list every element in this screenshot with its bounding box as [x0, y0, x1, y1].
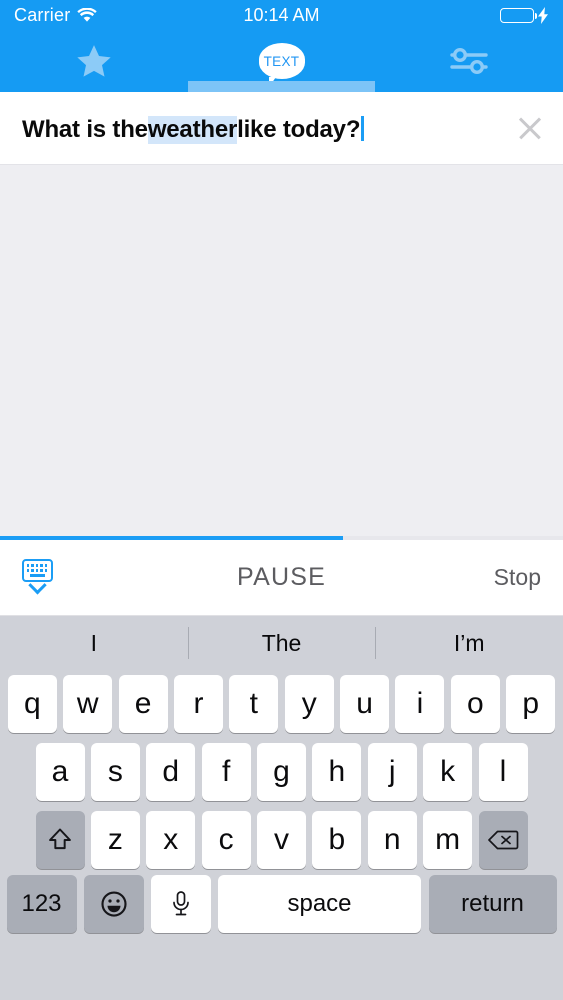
- keyboard-row-3: z x c v b n m: [0, 806, 563, 874]
- microphone-icon[interactable]: [150, 875, 211, 933]
- text-segment-plain-2: like today?: [237, 116, 361, 143]
- key-b[interactable]: b: [312, 811, 362, 869]
- app-screen: Carrier 10:14 AM TEXT What is the weathe…: [0, 0, 563, 1000]
- key-v[interactable]: v: [257, 811, 306, 869]
- carrier-label: Carrier: [14, 4, 71, 25]
- key-j[interactable]: j: [367, 743, 417, 801]
- key-r[interactable]: r: [173, 675, 223, 733]
- key-k[interactable]: k: [423, 743, 473, 801]
- key-l[interactable]: l: [478, 743, 528, 801]
- sliders-icon: [446, 45, 492, 77]
- pause-button[interactable]: PAUSE: [0, 563, 563, 592]
- text-input-value[interactable]: What is the weather like today?: [22, 112, 364, 144]
- tab-settings[interactable]: [375, 30, 563, 92]
- key-z[interactable]: z: [90, 811, 140, 869]
- prediction-3[interactable]: I’m: [375, 616, 563, 670]
- key-f[interactable]: f: [201, 743, 251, 801]
- status-bar: Carrier 10:14 AM: [0, 0, 563, 30]
- key-h[interactable]: h: [312, 743, 362, 801]
- key-y[interactable]: y: [284, 675, 334, 733]
- on-screen-keyboard: I The I’m q w e r t y u i o p a s d f g …: [0, 616, 563, 1000]
- tab-bar: TEXT: [0, 30, 563, 92]
- key-x[interactable]: x: [146, 811, 196, 869]
- active-tab-indicator: [188, 81, 375, 92]
- keyboard-row-4: 123 space return: [0, 874, 563, 948]
- emoji-smiley-icon[interactable]: [83, 875, 144, 933]
- key-e[interactable]: e: [118, 675, 168, 733]
- prediction-2[interactable]: The: [187, 616, 376, 670]
- key-g[interactable]: g: [257, 743, 306, 801]
- key-m[interactable]: m: [423, 811, 473, 869]
- return-key[interactable]: return: [428, 875, 557, 933]
- battery-icon: [500, 7, 537, 23]
- stop-button[interactable]: Stop: [494, 564, 541, 591]
- key-i[interactable]: i: [395, 675, 445, 733]
- key-a[interactable]: a: [35, 743, 85, 801]
- text-segment-highlighted: weather: [147, 116, 238, 144]
- status-bar-left: Carrier: [14, 4, 98, 26]
- predictive-text-bar: I The I’m: [0, 616, 563, 670]
- key-w[interactable]: w: [63, 675, 113, 733]
- text-input-row[interactable]: What is the weather like today?: [0, 92, 563, 165]
- space-key[interactable]: space: [218, 875, 421, 933]
- key-p[interactable]: p: [506, 675, 556, 733]
- key-o[interactable]: o: [450, 675, 500, 733]
- key-q[interactable]: q: [7, 675, 57, 733]
- star-icon: [73, 41, 115, 81]
- speech-bubble-icon: TEXT: [258, 43, 305, 87]
- lightning-bolt-icon: [538, 6, 549, 24]
- playback-control-bar: PAUSE Stop: [0, 540, 563, 616]
- close-x-icon[interactable]: [513, 111, 547, 145]
- wifi-icon: [77, 7, 98, 23]
- key-c[interactable]: c: [201, 811, 251, 869]
- numbers-key[interactable]: 123: [6, 875, 77, 933]
- status-bar-right: [500, 6, 549, 24]
- tab-favorites[interactable]: [0, 30, 188, 92]
- keyboard-dismiss-icon[interactable]: [16, 559, 58, 596]
- prediction-1[interactable]: I: [0, 616, 188, 670]
- key-d[interactable]: d: [146, 743, 196, 801]
- key-u[interactable]: u: [340, 675, 390, 733]
- keyboard-row-2: a s d f g h j k l: [0, 738, 563, 806]
- content-area: [0, 165, 563, 536]
- key-n[interactable]: n: [367, 811, 417, 869]
- key-s[interactable]: s: [90, 743, 140, 801]
- keyboard-row-1: q w e r t y u i o p: [0, 670, 563, 738]
- shift-arrow-icon[interactable]: [35, 811, 85, 869]
- key-t[interactable]: t: [229, 675, 279, 733]
- text-segment-plain: What is the: [22, 116, 148, 143]
- text-caret: [361, 116, 364, 141]
- tab-text-label: TEXT: [263, 53, 300, 69]
- backspace-icon[interactable]: [478, 811, 528, 869]
